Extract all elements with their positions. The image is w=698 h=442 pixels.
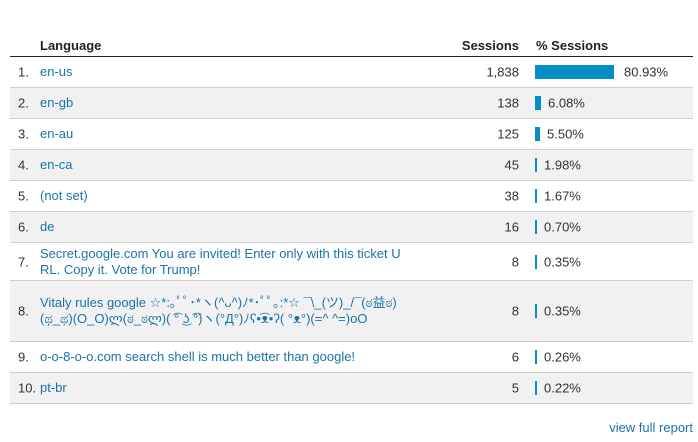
percent-sessions-column-header[interactable]: % Sessions [536, 38, 608, 53]
percent-sessions-bar [535, 350, 537, 364]
language-link[interactable]: Secret.google.com You are invited! Enter… [40, 246, 408, 278]
table-row: 8. Vitaly rules google ☆*:｡ﾟﾟ･*ヽ(^ᴗ^)ﾉ*･ﾟ… [10, 281, 693, 342]
sessions-value: 6 [511, 349, 519, 365]
language-link[interactable]: pt-br [40, 380, 408, 396]
language-link[interactable]: de [40, 219, 408, 235]
row-rank: 6. [18, 219, 29, 235]
table-row: 1. en-us 1,838 80.93% [10, 57, 693, 88]
sessions-value: 8 [511, 254, 519, 269]
percent-sessions-bar [535, 127, 540, 141]
percent-sessions-value: 1.98% [544, 157, 581, 173]
row-rank: 8. [18, 303, 29, 319]
percent-sessions-value: 1.67% [544, 188, 581, 204]
language-link[interactable]: o-o-8-o-o.com search shell is much bette… [40, 349, 408, 365]
row-rank: 2. [18, 95, 29, 111]
table-row: 2. en-gb 138 6.08% [10, 88, 693, 119]
language-link[interactable]: en-ca [40, 157, 408, 173]
sessions-value: 38 [504, 188, 519, 204]
sessions-column-header[interactable]: Sessions [462, 38, 519, 53]
sessions-value: 8 [511, 303, 519, 319]
row-rank: 10. [18, 380, 37, 396]
sessions-value: 45 [504, 157, 519, 173]
row-rank: 4. [18, 157, 29, 173]
row-rank: 9. [18, 349, 29, 365]
table-row: 9. o-o-8-o-o.com search shell is much bet… [10, 342, 693, 373]
table-row: 3. en-au 125 5.50% [10, 119, 693, 150]
row-rank: 5. [18, 188, 29, 204]
table-row: 10. pt-br 5 0.22% [10, 373, 693, 404]
language-report-table: Language Sessions % Sessions 1. en-us 1,83… [10, 34, 693, 404]
language-column-header[interactable]: Language [40, 38, 101, 53]
language-link[interactable]: en-us [40, 64, 408, 80]
percent-sessions-bar [535, 96, 541, 110]
percent-sessions-value: 0.35% [544, 303, 581, 319]
table-row: 6. de 16 0.70% [10, 212, 693, 243]
table-body: 1. en-us 1,838 80.93% 2. en-gb 138 6.08% 3. en-au… [10, 57, 693, 404]
language-link[interactable]: Vitaly rules google ☆*:｡ﾟﾟ･*ヽ(^ᴗ^)ﾉ*･ﾟﾟ｡… [40, 295, 408, 327]
percent-sessions-value: 0.22% [544, 380, 581, 396]
view-full-report-link[interactable]: view full report [609, 420, 693, 435]
table-row: 5. (not set) 38 1.67% [10, 181, 693, 212]
percent-sessions-value: 0.26% [544, 349, 581, 365]
table-row: 7. Secret.google.com You are invited! Ent… [10, 243, 693, 281]
percent-sessions-bar [535, 65, 614, 79]
percent-sessions-value: 6.08% [548, 95, 585, 111]
percent-sessions-value: 5.50% [547, 126, 584, 142]
sessions-value: 1,838 [486, 64, 519, 80]
language-link[interactable]: en-gb [40, 95, 408, 111]
row-rank: 1. [18, 64, 29, 80]
percent-sessions-bar [535, 220, 537, 234]
percent-sessions-value: 0.35% [544, 254, 581, 269]
percent-sessions-value: 80.93% [624, 64, 669, 80]
sessions-value: 138 [497, 95, 519, 111]
percent-sessions-bar [535, 189, 537, 203]
table-row: 4. en-ca 45 1.98% [10, 150, 693, 181]
language-link[interactable]: (not set) [40, 188, 408, 204]
row-rank: 3. [18, 126, 29, 142]
percent-sessions-bar [535, 254, 537, 269]
sessions-value: 5 [511, 380, 519, 396]
percent-sessions-bar [535, 158, 537, 172]
percent-sessions-value: 0.70% [544, 219, 581, 235]
row-rank: 7. [18, 254, 29, 269]
sessions-value: 16 [504, 219, 519, 235]
table-header: Language Sessions % Sessions [10, 34, 693, 57]
sessions-value: 125 [497, 126, 519, 142]
percent-sessions-bar [535, 381, 537, 395]
language-link[interactable]: en-au [40, 126, 408, 142]
percent-sessions-bar [535, 304, 537, 318]
